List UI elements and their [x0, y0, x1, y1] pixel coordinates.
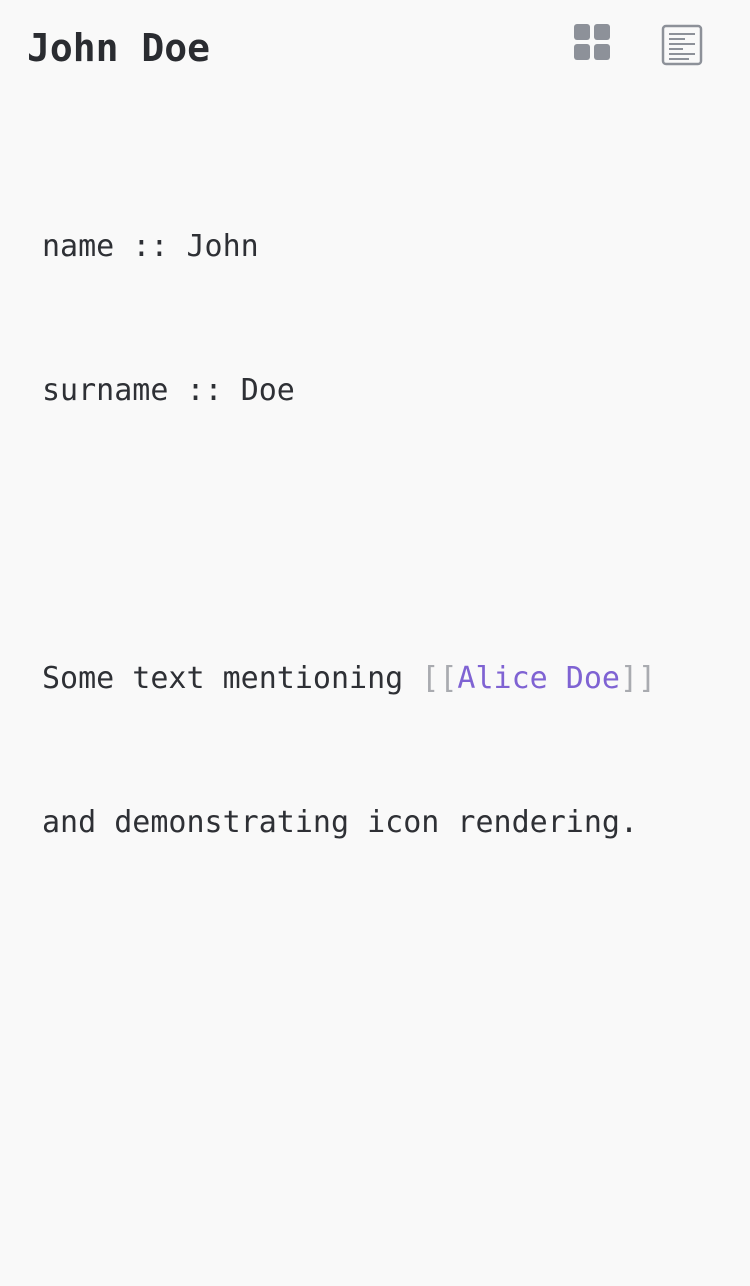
property-separator: :: — [186, 373, 223, 408]
text-view-button[interactable] — [656, 19, 708, 71]
property-value: John — [186, 229, 259, 264]
property-key: name — [42, 229, 115, 264]
property-line-name: name :: John — [42, 223, 732, 271]
grid-view-icon — [574, 24, 610, 60]
property-value: Doe — [240, 373, 295, 408]
header: John Doe — [0, 0, 750, 96]
link-close-bracket: ]] — [619, 661, 657, 696]
paragraph-text: Some text mentioning — [42, 661, 422, 696]
grid-view-button[interactable] — [566, 16, 618, 68]
page-title: John Doe — [27, 26, 211, 70]
property-key: surname — [42, 373, 169, 408]
note-body[interactable]: name :: John surname :: Doe Some text me… — [42, 127, 732, 895]
paragraph-line-1: Some text mentioning [[Alice Doe]] — [42, 655, 732, 703]
property-line-surname: surname :: Doe — [42, 367, 732, 415]
document-text-icon — [661, 24, 703, 66]
wikilink-alice-doe[interactable]: Alice Doe — [457, 661, 620, 696]
paragraph-line-2: and demonstrating icon rendering. — [42, 805, 639, 840]
property-separator: :: — [132, 229, 169, 264]
link-open-bracket: [[ — [421, 661, 458, 696]
